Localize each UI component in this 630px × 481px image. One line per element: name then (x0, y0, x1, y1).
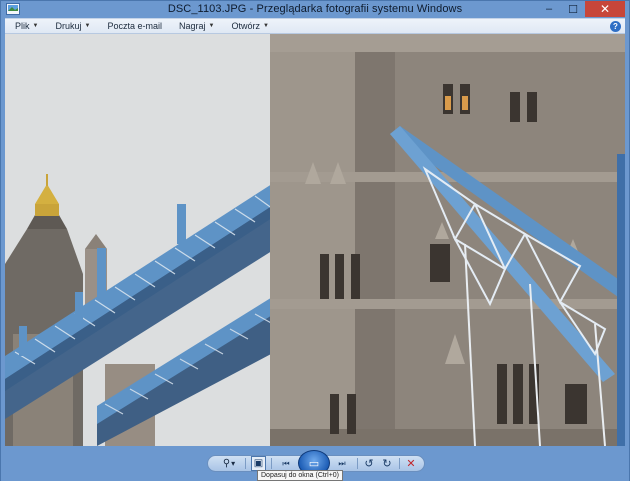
toolbar-separator (399, 458, 400, 469)
menu-item-plik[interactable]: Plik ▼ (5, 18, 45, 34)
photo-viewer-window: DSC_1103.JPG - Przeglądarka fotografii s… (0, 0, 630, 481)
toolbar-separator (271, 458, 272, 469)
minimize-button[interactable]: – (537, 1, 561, 17)
fit-to-window-button[interactable]: ▣ (251, 456, 266, 471)
chevron-down-icon: ▼ (208, 23, 215, 29)
next-icon: ⏭ (338, 458, 346, 468)
menu-item-poczta-email[interactable]: Poczta e-mail (97, 18, 169, 34)
tooltip: Dopasuj do okna (Ctrl+0) (257, 470, 344, 481)
chevron-down-icon: ▼ (262, 23, 269, 29)
rotate-counterclockwise-icon: ↺ (364, 458, 374, 470)
displayed-photo (5, 34, 625, 446)
image-viewport[interactable] (5, 34, 625, 446)
menu-item-label: Poczta e-mail (107, 21, 162, 31)
window-title: DSC_1103.JPG - Przeglądarka fotografii s… (167, 3, 463, 15)
chevron-down-icon: ▼ (84, 23, 91, 29)
slideshow-icon: ▭ (308, 457, 320, 470)
menu-item-drukuj[interactable]: Drukuj ▼ (45, 18, 97, 34)
delete-button[interactable]: ✕ (403, 455, 419, 472)
menu-item-nagraj[interactable]: Nagraj ▼ (169, 18, 221, 34)
window-controls: – ☐ ✕ (537, 1, 625, 17)
menu-item-label: Plik (15, 21, 30, 31)
toolbar-separator (357, 458, 358, 469)
menu-item-label: Drukuj (55, 21, 82, 31)
rotate-clockwise-icon: ↻ (382, 458, 392, 470)
delete-icon: ✕ (406, 458, 416, 470)
maximize-button[interactable]: ☐ (561, 1, 585, 17)
help-icon[interactable]: ? (610, 21, 621, 32)
chevron-down-icon: ▾ (231, 459, 236, 468)
zoom-button[interactable]: ⚲ ▾ (217, 455, 241, 472)
close-button[interactable]: ✕ (585, 1, 625, 17)
chevron-down-icon: ▼ (32, 23, 39, 29)
menu-item-otworz[interactable]: Otwórz ▼ (221, 18, 275, 34)
previous-icon: ⏮ (282, 458, 290, 468)
rotate-clockwise-button[interactable]: ↻ (379, 455, 395, 472)
title-bar[interactable]: DSC_1103.JPG - Przeglądarka fotografii s… (1, 1, 629, 18)
rotate-counterclockwise-button[interactable]: ↺ (361, 455, 377, 472)
magnifier-icon: ⚲ (222, 458, 231, 469)
toolbar-separator (245, 458, 246, 469)
menu-item-label: Nagraj (178, 21, 206, 31)
menu-bar: Plik ▼ Drukuj ▼ Poczta e-mail Nagraj ▼ O… (5, 18, 625, 34)
menu-item-label: Otwórz (231, 21, 260, 31)
fit-to-window-icon: ▣ (253, 458, 264, 469)
